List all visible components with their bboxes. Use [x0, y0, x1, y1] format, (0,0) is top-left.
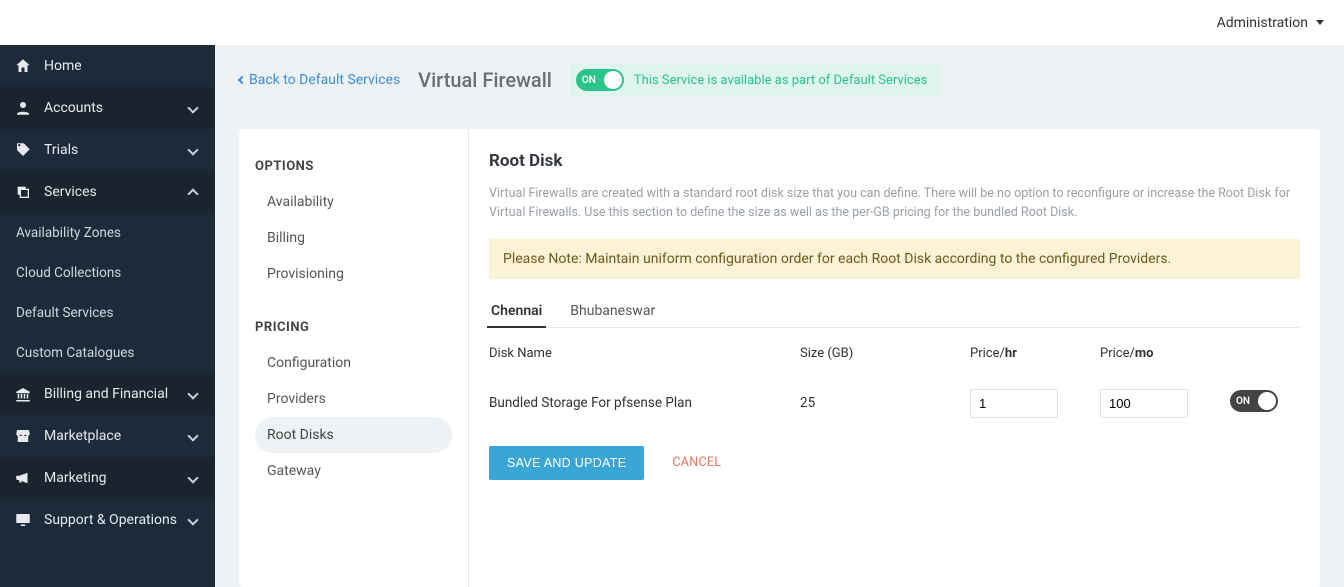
page-title: Virtual Firewall: [418, 68, 552, 92]
option-configuration[interactable]: Configuration: [255, 345, 452, 381]
bank-icon: [14, 385, 32, 403]
stack-icon: [14, 183, 32, 201]
row-disk-name: Bundled Storage For pfsense Plan: [489, 385, 790, 411]
sidebar-item-home[interactable]: Home: [0, 45, 215, 87]
content-area: Back to Default Services Virtual Firewal…: [215, 45, 1344, 587]
sidebar-item-billing-financial[interactable]: Billing and Financial: [0, 373, 215, 415]
chevron-up-icon: [187, 188, 198, 199]
status-message: This Service is available as part of Def…: [634, 73, 927, 88]
sidebar-item-custom-catalogues[interactable]: Custom Catalogues: [0, 333, 215, 373]
options-heading: OPTIONS: [255, 159, 452, 174]
panel-description: Virtual Firewalls are created with a sta…: [489, 185, 1300, 223]
settings-card: OPTIONS Availability Billing Provisionin…: [239, 129, 1320, 587]
sidebar-label: Billing and Financial: [44, 386, 177, 402]
sidebar-item-availability-zones[interactable]: Availability Zones: [0, 213, 215, 253]
sidebar-label: Accounts: [44, 100, 177, 116]
status-badge: ON This Service is available as part of …: [570, 63, 941, 97]
chevron-left-icon: [238, 76, 246, 84]
col-price-mo: Price/mo: [1100, 336, 1220, 369]
chevron-down-icon: [187, 514, 198, 525]
cancel-button[interactable]: CANCEL: [672, 455, 721, 470]
sidebar-item-marketplace[interactable]: Marketplace: [0, 415, 215, 457]
info-note: Please Note: Maintain uniform configurat…: [489, 239, 1300, 279]
option-availability[interactable]: Availability: [255, 184, 452, 220]
toggle-knob: [604, 71, 622, 89]
row-enable-toggle[interactable]: ON: [1230, 390, 1278, 412]
sidebar-item-support-operations[interactable]: Support & Operations: [0, 499, 215, 541]
price-mo-input[interactable]: [1100, 389, 1188, 418]
monitor-icon: [14, 511, 32, 529]
region-tabs: Chennai Bhubaneswar: [489, 295, 1300, 328]
chevron-down-icon: [187, 144, 198, 155]
sidebar-item-services[interactable]: Services: [0, 171, 215, 213]
row-toggle-cell: ON: [1230, 384, 1300, 412]
option-gateway[interactable]: Gateway: [255, 453, 452, 489]
pricing-heading: PRICING: [255, 320, 452, 335]
sidebar-item-marketing[interactable]: Marketing: [0, 457, 215, 499]
service-toggle[interactable]: ON: [576, 69, 624, 91]
megaphone-icon: [14, 469, 32, 487]
save-button[interactable]: SAVE AND UPDATE: [489, 446, 644, 480]
row-size: 25: [800, 385, 960, 411]
sidebar-label: Home: [44, 58, 201, 74]
sidebar: Home Accounts Trials Services Availabili…: [0, 45, 215, 587]
sidebar-item-accounts[interactable]: Accounts: [0, 87, 215, 129]
back-link[interactable]: Back to Default Services: [239, 72, 400, 88]
home-icon: [14, 57, 32, 75]
page-header: Back to Default Services Virtual Firewal…: [215, 45, 1344, 109]
chevron-down-icon: [187, 430, 198, 441]
store-icon: [14, 427, 32, 445]
toggle-label: ON: [582, 75, 596, 86]
topbar: Administration: [0, 0, 1344, 45]
row-price-mo-cell: [1100, 379, 1220, 418]
tag-icon: [14, 141, 32, 159]
root-disk-grid: Disk Name Size (GB) Price/hr Price/mo Bu…: [489, 336, 1300, 418]
col-disk-name: Disk Name: [489, 336, 790, 369]
option-providers[interactable]: Providers: [255, 381, 452, 417]
option-billing[interactable]: Billing: [255, 220, 452, 256]
tab-chennai[interactable]: Chennai: [489, 295, 544, 327]
toggle-knob: [1258, 392, 1276, 410]
user-icon: [14, 99, 32, 117]
price-hr-input[interactable]: [970, 389, 1058, 418]
option-root-disks[interactable]: Root Disks: [255, 417, 452, 453]
panel-title: Root Disk: [489, 151, 1300, 171]
sidebar-label: Marketplace: [44, 428, 177, 444]
row-price-hr-cell: [970, 379, 1090, 418]
caret-down-icon: [1316, 20, 1324, 25]
back-link-label: Back to Default Services: [249, 72, 400, 88]
tab-bhubaneswar[interactable]: Bhubaneswar: [568, 295, 657, 327]
card-main: Root Disk Virtual Firewalls are created …: [469, 129, 1320, 587]
row-toggle-label: ON: [1236, 396, 1250, 407]
administration-dropdown[interactable]: Administration: [1217, 15, 1324, 31]
action-row: SAVE AND UPDATE CANCEL: [489, 446, 1300, 480]
sidebar-label: Support & Operations: [44, 512, 177, 528]
chevron-down-icon: [187, 472, 198, 483]
chevron-down-icon: [187, 388, 198, 399]
sidebar-item-trials[interactable]: Trials: [0, 129, 215, 171]
col-price-hr: Price/hr: [970, 336, 1090, 369]
sidebar-item-default-services[interactable]: Default Services: [0, 293, 215, 333]
sidebar-label: Services: [44, 184, 177, 200]
sidebar-label: Marketing: [44, 470, 177, 486]
col-size: Size (GB): [800, 336, 960, 369]
chevron-down-icon: [187, 102, 198, 113]
administration-label: Administration: [1217, 15, 1308, 31]
sidebar-label: Trials: [44, 142, 177, 158]
option-provisioning[interactable]: Provisioning: [255, 256, 452, 292]
card-nav: OPTIONS Availability Billing Provisionin…: [239, 129, 469, 587]
sidebar-item-cloud-collections[interactable]: Cloud Collections: [0, 253, 215, 293]
col-toggle: [1230, 343, 1300, 361]
